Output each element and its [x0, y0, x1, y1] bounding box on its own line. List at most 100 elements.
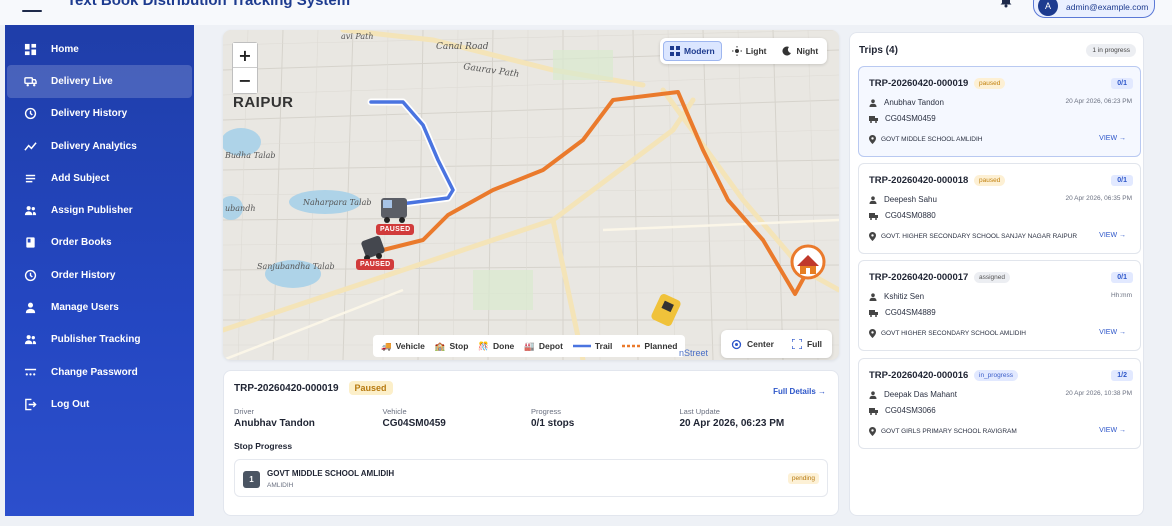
zoom-controls: + − [232, 42, 258, 94]
trip-card[interactable]: TRP-20260420-000019 paused 0/1 Anubhav T… [858, 66, 1141, 157]
trip-card[interactable]: TRP-20260420-000017 assigned 0/1 Kshitiz… [858, 260, 1141, 351]
user-menu-button[interactable]: A admin@example.com [1033, 0, 1155, 18]
crosshair-icon [731, 339, 742, 349]
map-road-label: Canal Road [436, 42, 489, 52]
sidebar-item-label: Change Password [51, 366, 138, 378]
sidebar-item-label: Home [51, 43, 79, 55]
dashboard-icon [23, 42, 37, 56]
sidebar-item-publisher-tracking[interactable]: Publisher Tracking [7, 324, 192, 356]
sidebar-item-label: Add Subject [51, 172, 110, 184]
top-bar: Text Book Distribution Tracking System A… [0, 0, 1172, 25]
password-icon [23, 365, 37, 379]
person-icon [869, 195, 877, 204]
user-email: admin@example.com [1066, 2, 1149, 12]
trip-vehicle: CG04SM4889 [869, 308, 936, 317]
trip-card[interactable]: TRP-20260420-000018 paused 0/1 Deepesh S… [858, 163, 1141, 254]
location-pin-icon [869, 427, 876, 436]
book-icon [23, 236, 37, 250]
trip-id: TRP-20260420-000019 [869, 78, 969, 89]
theme-modern-label: Modern [684, 46, 715, 56]
sidebar-item-delivery-live[interactable]: Delivery Live [7, 65, 192, 98]
trip-status-badge: assigned [974, 272, 1011, 283]
history-icon [23, 107, 37, 121]
view-trip-link[interactable]: VIEW → [1099, 232, 1126, 239]
sidebar-item-label: Log Out [51, 398, 90, 410]
location-pin-icon [869, 232, 876, 241]
trip-school: GOVT GIRLS PRIMARY SCHOOL RAVIGRAM [869, 427, 1017, 436]
full-details-link[interactable]: Full Details → [773, 387, 826, 396]
trips-panel: Trips (4) 1 in progress TRP-20260420-000… [849, 32, 1144, 516]
theme-night-button[interactable]: Night [776, 41, 824, 61]
paused-vehicle-tag: PAUSED [376, 224, 415, 235]
map-canvas[interactable] [223, 30, 839, 360]
trip-school: GOVT. HIGHER SECONDARY SCHOOL SANJAY NAG… [869, 232, 1077, 241]
trip-vehicle: CG04SM0880 [869, 211, 936, 220]
sidebar-item-label: Delivery History [51, 108, 128, 120]
sidebar-item-delivery-analytics[interactable]: Delivery Analytics [7, 130, 192, 162]
sidebar-item-label: Publisher Tracking [51, 334, 141, 346]
sidebar-item-add-subject[interactable]: Add Subject [7, 162, 192, 194]
sidebar-item-assign-publisher[interactable]: Assign Publisher [7, 194, 192, 226]
map-attribution[interactable]: nStreet [679, 348, 708, 358]
map-lake-label: Sanjubandha Talab [257, 262, 335, 271]
analytics-icon [23, 139, 37, 153]
sidebar-item-label: Order History [51, 269, 116, 281]
live-map[interactable]: avi Path Canal Road Gaurav Path Budha Ta… [223, 30, 839, 360]
theme-light-button[interactable]: Light [726, 41, 773, 61]
menu-icon[interactable] [22, 0, 42, 12]
trip-id: TRP-20260420-000018 [869, 175, 969, 186]
view-trip-link[interactable]: VIEW → [1099, 135, 1126, 142]
logout-icon [23, 397, 37, 411]
view-trip-link[interactable]: VIEW → [1099, 427, 1126, 434]
trip-vehicle: CG04SM0459 [869, 114, 936, 123]
trip-stop-count: 0/1 [1111, 78, 1133, 89]
map-lake-label: ubandh [225, 204, 256, 213]
status-badge: Paused [348, 381, 393, 395]
map-lake-label: Budha Talab [225, 151, 276, 160]
sun-icon [731, 46, 742, 56]
truck-icon [23, 74, 37, 88]
avatar: A [1038, 0, 1058, 16]
trip-driver: Kshitiz Sen [869, 292, 924, 301]
app-title: Text Book Distribution Tracking System [67, 0, 351, 9]
view-trip-link[interactable]: VIEW → [1099, 329, 1126, 336]
stop-area: AMLIDIH [267, 482, 294, 489]
person-icon [869, 390, 877, 399]
sidebar-item-delivery-history[interactable]: Delivery History [7, 98, 192, 130]
depot-icon: 🏭 [524, 340, 535, 351]
sidebar-item-home[interactable]: Home [7, 33, 192, 65]
last-update-field: Last Update 20 Apr 2026, 06:23 PM [679, 407, 785, 429]
trip-stop-count: 1/2 [1111, 370, 1133, 381]
stop-name: GOVT MIDDLE SCHOOL AMLIDIH [267, 469, 395, 478]
sidebar-item-order-history[interactable]: Order History [7, 259, 192, 291]
school-icon: 🏫 [434, 340, 446, 351]
sidebar-item-log-out[interactable]: Log Out [7, 388, 192, 420]
center-map-button[interactable]: Center [731, 339, 774, 350]
trip-time: 20 Apr 2026, 06:35 PM [1065, 195, 1133, 202]
trip-id: TRP-20260420-000019 [234, 382, 339, 394]
stop-row[interactable]: 1 GOVT MIDDLE SCHOOL AMLIDIH AMLIDIH pen… [234, 459, 828, 497]
sidebar-item-change-password[interactable]: Change Password [7, 356, 192, 388]
moon-icon [782, 46, 792, 56]
legend-depot: 🏭 Depot [524, 340, 563, 352]
trip-card[interactable]: TRP-20260420-000016 in_progress 1/2 Deep… [858, 358, 1141, 449]
theme-light-label: Light [745, 46, 767, 56]
trip-detail-card: TRP-20260420-000019 Paused Full Details … [223, 370, 839, 516]
trip-stop-count: 0/1 [1111, 175, 1133, 186]
legend-trail: Trail [572, 341, 612, 351]
bell-icon[interactable] [999, 0, 1013, 8]
sidebar-item-label: Delivery Live [51, 75, 113, 87]
trip-stop-count: 0/1 [1111, 272, 1133, 283]
theme-modern-button[interactable]: Modern [663, 41, 722, 61]
sidebar-item-label: Assign Publisher [51, 205, 133, 217]
sidebar-item-manage-users[interactable]: Manage Users [7, 291, 192, 323]
fullscreen-button[interactable]: Full [791, 339, 822, 349]
person-icon [23, 301, 37, 315]
zoom-out-button[interactable]: − [233, 68, 257, 93]
zoom-in-button[interactable]: + [233, 43, 257, 68]
trips-title: Trips (4) [859, 45, 898, 56]
map-theme-switcher: Modern Light Night [660, 38, 828, 64]
driver-field: Driver Anubhav Tandon [234, 407, 315, 429]
sidebar-item-order-books[interactable]: Order Books [7, 227, 192, 259]
trip-driver: Deepesh Sahu [869, 195, 937, 204]
